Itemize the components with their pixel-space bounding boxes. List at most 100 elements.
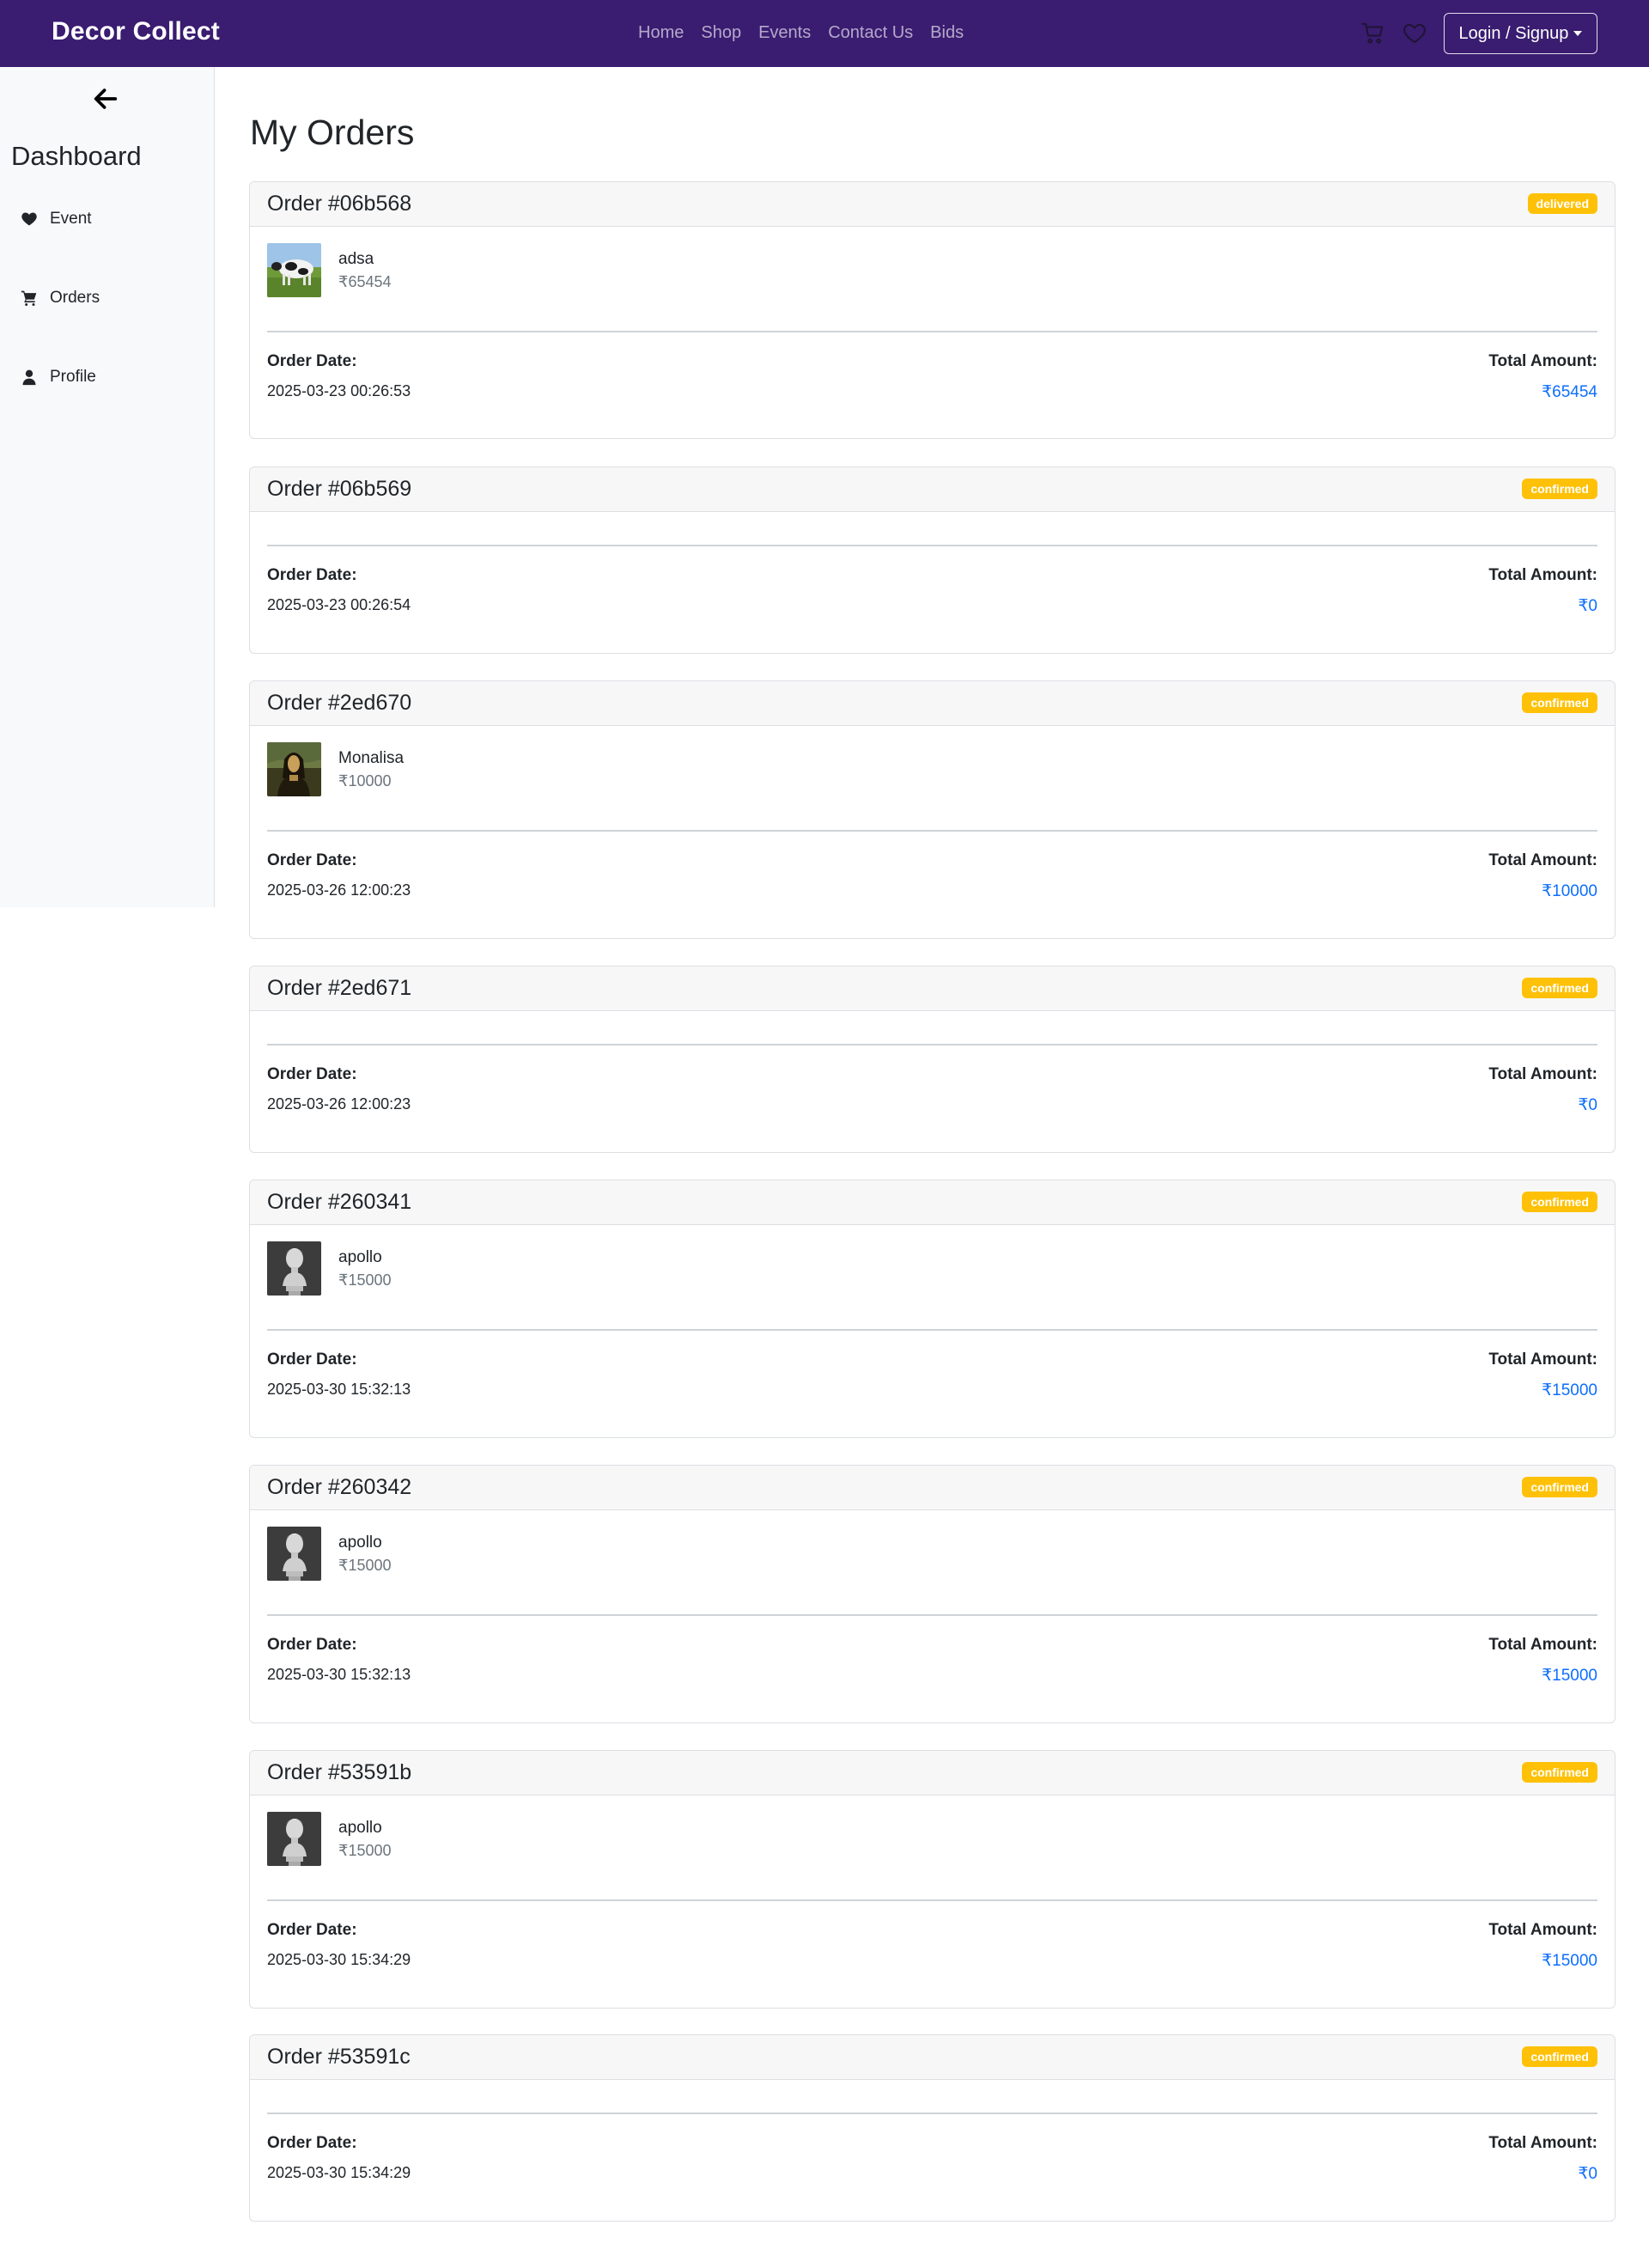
order-card: Order #260342 confirmed apollo ₹15000 Or… — [249, 1465, 1616, 1723]
total-amount-label: Total Amount: — [1488, 1921, 1597, 1939]
nav-link-contact[interactable]: Contact Us — [828, 23, 913, 43]
total-amount-value: ₹65454 — [1542, 383, 1597, 401]
order-card: Order #2ed671 confirmed Order Date: 2025… — [249, 966, 1616, 1153]
order-id: Order #260342 — [267, 1475, 412, 1499]
nav-link-shop[interactable]: Shop — [701, 23, 741, 43]
order-date-value: 2025-03-30 15:32:13 — [267, 1666, 411, 1683]
caret-down-icon — [1573, 31, 1583, 36]
status-badge: confirmed — [1522, 978, 1597, 998]
order-card: Order #06b568 delivered adsa ₹65454 Orde… — [249, 181, 1616, 439]
user-icon — [22, 369, 36, 386]
nav-link-bids[interactable]: Bids — [930, 23, 964, 43]
wishlist-heart-icon[interactable] — [1402, 21, 1427, 46]
order-date-label: Order Date: — [267, 851, 357, 869]
nav-link-home[interactable]: Home — [638, 23, 684, 43]
login-signup-dropdown[interactable]: Login / Signup — [1444, 13, 1597, 54]
order-date-value: 2025-03-30 15:34:29 — [267, 1951, 411, 1968]
divider — [267, 545, 1597, 546]
order-id: Order #06b569 — [267, 477, 412, 501]
divider — [267, 1044, 1597, 1046]
order-item: Monalisa ₹10000 — [267, 742, 404, 796]
nav-link-events[interactable]: Events — [758, 23, 811, 43]
order-card-header: Order #53591b confirmed — [250, 1751, 1615, 1796]
total-amount-label: Total Amount: — [1488, 851, 1597, 869]
cow-image — [267, 243, 321, 297]
status-badge: delivered — [1527, 193, 1597, 214]
item-name: adsa — [338, 250, 374, 268]
divider — [267, 1899, 1597, 1901]
item-name: apollo — [338, 1819, 382, 1837]
order-card-header: Order #2ed670 confirmed — [250, 681, 1615, 726]
divider — [267, 2113, 1597, 2114]
total-amount-label: Total Amount: — [1488, 1065, 1597, 1083]
order-card: Order #53591c confirmed Order Date: 2025… — [249, 2034, 1616, 2222]
nav-links: Home Shop Events Contact Us Bids — [638, 23, 964, 43]
order-date-label: Order Date: — [267, 2134, 357, 2152]
order-id: Order #53591c — [267, 2045, 411, 2069]
item-price: ₹15000 — [338, 1271, 392, 1289]
item-name: Monalisa — [338, 749, 405, 767]
total-amount-value: ₹0 — [1578, 597, 1597, 615]
sidebar-item-profile[interactable]: Profile — [21, 368, 96, 387]
item-price: ₹15000 — [338, 1842, 392, 1859]
item-name: apollo — [338, 1248, 382, 1266]
sidebar-item-label: Profile — [50, 368, 96, 386]
order-date-value: 2025-03-26 12:00:23 — [267, 1095, 411, 1113]
order-item: apollo ₹15000 — [267, 1812, 392, 1866]
order-id: Order #2ed670 — [267, 691, 412, 715]
item-name: apollo — [338, 1533, 382, 1552]
order-id: Order #53591b — [267, 1760, 412, 1784]
order-date-label: Order Date: — [267, 1065, 357, 1083]
divider — [267, 1614, 1597, 1616]
apollo-bust-image — [267, 1812, 321, 1866]
status-badge: confirmed — [1522, 1192, 1597, 1212]
order-card-header: Order #06b569 confirmed — [250, 467, 1615, 512]
status-badge: confirmed — [1522, 692, 1597, 713]
item-price: ₹65454 — [338, 273, 392, 290]
order-id: Order #260341 — [267, 1190, 412, 1214]
status-badge: confirmed — [1522, 1762, 1597, 1783]
total-amount-value: ₹0 — [1578, 1096, 1597, 1114]
order-card-header: Order #260341 confirmed — [250, 1180, 1615, 1225]
divider — [267, 830, 1597, 832]
total-amount-value: ₹10000 — [1542, 882, 1597, 900]
order-date-value: 2025-03-23 00:26:53 — [267, 382, 411, 399]
order-id: Order #06b568 — [267, 192, 412, 216]
order-date-value: 2025-03-30 15:32:13 — [267, 1381, 411, 1398]
brand-logo[interactable]: Decor Collect — [52, 17, 220, 46]
order-date-label: Order Date: — [267, 1350, 357, 1369]
order-date-value: 2025-03-30 15:34:29 — [267, 2164, 411, 2181]
total-amount-label: Total Amount: — [1488, 1350, 1597, 1369]
status-badge: confirmed — [1522, 1477, 1597, 1497]
total-amount-label: Total Amount: — [1488, 352, 1597, 370]
total-amount-value: ₹15000 — [1542, 1381, 1597, 1399]
apollo-bust-image — [267, 1527, 321, 1581]
order-date-label: Order Date: — [267, 1921, 357, 1939]
status-badge: confirmed — [1522, 479, 1597, 499]
order-date-label: Order Date: — [267, 352, 357, 370]
monalisa-image — [267, 742, 321, 796]
top-navbar: Decor Collect Home Shop Events Contact U… — [0, 0, 1649, 67]
sidebar-item-label: Orders — [50, 289, 100, 307]
order-date-label: Order Date: — [267, 566, 357, 584]
apollo-bust-image — [267, 1241, 321, 1296]
dashboard-sidebar: Dashboard Event Orders Profile — [0, 67, 215, 907]
total-amount-label: Total Amount: — [1488, 2134, 1597, 2152]
order-card: Order #06b569 confirmed Order Date: 2025… — [249, 466, 1616, 654]
item-price: ₹10000 — [338, 772, 392, 790]
back-arrow-icon[interactable] — [91, 84, 120, 113]
sidebar-title: Dashboard — [11, 141, 142, 171]
sidebar-item-event[interactable]: Event — [21, 210, 92, 229]
order-item: apollo ₹15000 — [267, 1527, 392, 1581]
cart-icon[interactable] — [1360, 21, 1386, 46]
sidebar-item-orders[interactable]: Orders — [21, 289, 100, 308]
order-card: Order #53591b confirmed apollo ₹15000 Or… — [249, 1750, 1616, 2009]
status-badge: confirmed — [1522, 2046, 1597, 2067]
total-amount-value: ₹15000 — [1542, 1952, 1597, 1970]
order-id: Order #2ed671 — [267, 976, 412, 1000]
divider — [267, 331, 1597, 332]
order-date-value: 2025-03-26 12:00:23 — [267, 881, 411, 899]
order-date-value: 2025-03-23 00:26:54 — [267, 596, 411, 613]
order-card-header: Order #06b568 delivered — [250, 182, 1615, 227]
total-amount-value: ₹15000 — [1542, 1667, 1597, 1685]
